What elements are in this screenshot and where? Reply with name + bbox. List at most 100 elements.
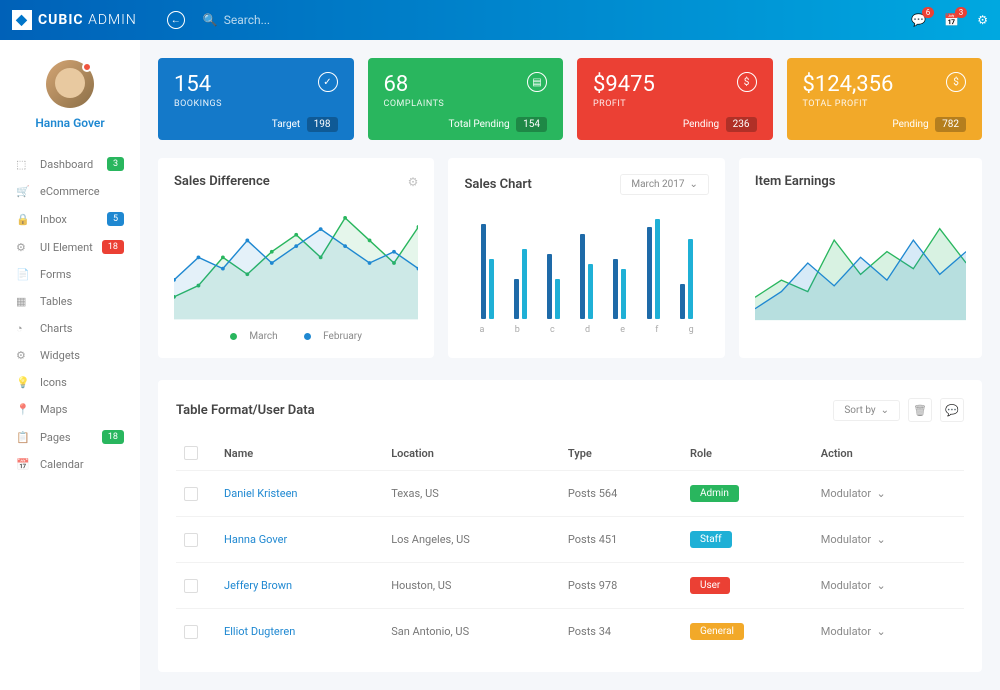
card-value: $9475	[593, 72, 757, 97]
bar	[688, 239, 693, 319]
card-label: PROFIT	[593, 99, 757, 109]
bar	[522, 249, 527, 319]
action-selector[interactable]: Modulator ⌄	[821, 579, 886, 592]
nav-badge: 5	[107, 212, 124, 226]
delete-button[interactable]: 🗑	[908, 398, 932, 422]
gear-icon[interactable]: ⚙	[408, 175, 419, 189]
action-selector[interactable]: Modulator ⌄	[821, 625, 886, 638]
search-input[interactable]	[224, 13, 374, 27]
chat-notification[interactable]: 💬6	[911, 13, 926, 27]
stat-card-complaints[interactable]: 68COMPLAINTS▤Total Pending 154	[368, 58, 564, 140]
stat-card-bookings[interactable]: 154BOOKINGS✓Target 198	[158, 58, 354, 140]
sidebar-item-widgets[interactable]: ⚙Widgets	[0, 342, 140, 369]
user-name-link[interactable]: Elliot Dugteren	[224, 625, 295, 638]
settings-icon[interactable]: ⚙	[977, 13, 988, 27]
bar	[655, 219, 660, 319]
tables-icon: ▦	[16, 295, 30, 308]
nav-label: Maps	[40, 403, 67, 416]
user-name-link[interactable]: Daniel Kristeen	[224, 487, 298, 500]
comment-button[interactable]: 💬	[940, 398, 964, 422]
table-row: Daniel KristeenTexas, USPosts 564AdminMo…	[176, 471, 964, 517]
row-checkbox[interactable]	[184, 487, 198, 501]
chat-badge: 6	[922, 7, 935, 18]
nav-label: Calendar	[40, 458, 84, 471]
role-badge: Staff	[690, 531, 732, 548]
bar-label: b	[515, 325, 520, 335]
type-cell: Posts 978	[560, 563, 682, 609]
bar-group	[547, 254, 560, 319]
card-value: 68	[384, 72, 548, 97]
bar-label: a	[480, 325, 485, 335]
bar-group	[647, 219, 660, 319]
action-selector[interactable]: Modulator ⌄	[821, 487, 886, 500]
user-name-link[interactable]: Hanna Gover	[224, 533, 287, 546]
location-cell: Houston, US	[383, 563, 560, 609]
checkbox-all[interactable]	[184, 446, 198, 460]
nav-badge: 18	[102, 240, 124, 254]
nav-label: Tables	[40, 295, 72, 308]
sidebar-item-icons[interactable]: 💡Icons	[0, 369, 140, 396]
back-icon[interactable]: ←	[167, 11, 185, 29]
widgets-icon: ⚙	[16, 349, 30, 362]
dashboard-icon: ⬚	[16, 158, 30, 171]
role-badge: User	[690, 577, 730, 594]
stat-card-profit[interactable]: $9475PROFIT$Pending 236	[577, 58, 773, 140]
card-icon: $	[946, 72, 966, 92]
sidebar-item-inbox[interactable]: 🔒 Inbox 5	[0, 205, 140, 233]
bar	[621, 269, 626, 319]
cart-icon: 🛒	[16, 185, 30, 198]
bar	[647, 227, 652, 319]
nav-badge: 3	[107, 157, 124, 171]
charts-icon: ◔	[16, 322, 30, 335]
inbox-icon: 🔒	[16, 213, 30, 226]
bar-group	[514, 249, 527, 319]
sidebar-item-calendar[interactable]: 📅 Calendar	[0, 451, 140, 478]
maps-icon: 📍	[16, 403, 30, 416]
table-panel: Table Format/User Data Sort by ⌄ 🗑 💬 Nam…	[158, 380, 982, 672]
sidebar-item-ui-element[interactable]: ⚙UI Element18	[0, 233, 140, 261]
card-footer: Pending 782	[892, 119, 966, 130]
main-content: 154BOOKINGS✓Target 19868COMPLAINTS▤Total…	[140, 40, 1000, 690]
sidebar-item-tables[interactable]: ▦ Tables	[0, 288, 140, 315]
col-header: Type	[560, 436, 682, 471]
calendar-notification[interactable]: 📅3	[944, 13, 959, 27]
action-selector[interactable]: Modulator ⌄	[821, 533, 886, 546]
card-icon: ✓	[318, 72, 338, 92]
sidebar-item-dashboard[interactable]: ⬚Dashboard3	[0, 150, 140, 178]
type-cell: Posts 34	[560, 609, 682, 655]
topbar: ◆ CUBIC ADMIN ← 🔍 💬6 📅3 ⚙	[0, 0, 1000, 40]
location-cell: Texas, US	[383, 471, 560, 517]
stat-card-total profit[interactable]: $124,356TOTAL PROFIT$Pending 782	[787, 58, 983, 140]
bar-group	[680, 239, 693, 319]
row-checkbox[interactable]	[184, 533, 198, 547]
col-header: Location	[383, 436, 560, 471]
pages-icon: 📋	[16, 431, 30, 444]
row-checkbox[interactable]	[184, 625, 198, 639]
sidebar-item-pages[interactable]: 📋Pages18	[0, 423, 140, 451]
card-icon: $	[737, 72, 757, 92]
nav-label: Forms	[40, 268, 71, 281]
row-checkbox[interactable]	[184, 579, 198, 593]
table-row: Hanna GoverLos Angeles, USPosts 451Staff…	[176, 517, 964, 563]
user-name-link[interactable]: Jeffery Brown	[224, 579, 292, 592]
item-earnings-panel: Item Earnings	[739, 158, 982, 358]
bar	[580, 234, 585, 319]
brand-logo[interactable]: ◆ CUBIC ADMIN	[12, 10, 137, 30]
item-earnings-title: Item Earnings	[755, 174, 836, 189]
brand-name: CUBIC	[38, 12, 84, 28]
nav-label: Pages	[40, 431, 71, 444]
sales-diff-legend: March February	[174, 331, 418, 342]
sidebar-item-maps[interactable]: 📍 Maps	[0, 396, 140, 423]
sort-selector[interactable]: Sort by ⌄	[833, 400, 900, 421]
bar-label: c	[550, 325, 555, 335]
nav-label: Inbox	[40, 213, 67, 226]
calendar-icon: 📅	[16, 458, 30, 471]
bar-group	[481, 224, 494, 319]
sidebar-item-ecommerce[interactable]: 🛒eCommerce	[0, 178, 140, 205]
period-selector[interactable]: March 2017 ⌄	[620, 174, 709, 195]
sidebar-item-forms[interactable]: 📄Forms	[0, 261, 140, 288]
sales-diff-chart	[174, 203, 418, 323]
role-badge: General	[690, 623, 744, 640]
sidebar-item-charts[interactable]: ◔Charts	[0, 315, 140, 342]
bar-group	[613, 259, 626, 319]
